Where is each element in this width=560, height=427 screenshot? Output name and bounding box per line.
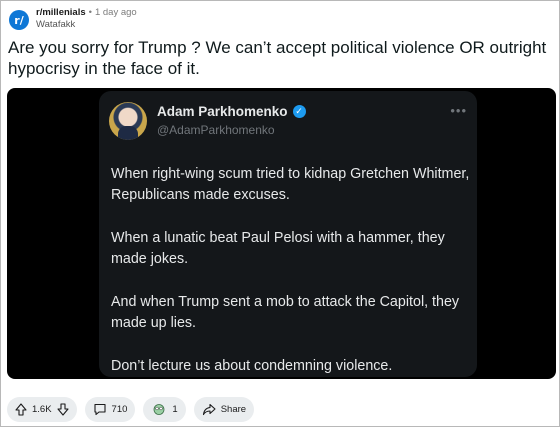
- comment-icon: [93, 403, 107, 416]
- post-meta: r/millenials • 1 day ago Watafakk: [36, 7, 137, 30]
- tweet-more-icon: •••: [450, 103, 467, 118]
- downvote-icon[interactable]: [56, 403, 69, 416]
- post-header: r/ r/millenials • 1 day ago Watafakk: [9, 7, 137, 33]
- award-count: 1: [172, 404, 178, 415]
- tweet-paragraph: Don’t lecture us about condemning violen…: [111, 358, 393, 374]
- share-button[interactable]: Share: [193, 397, 255, 422]
- award-icon: [151, 403, 167, 416]
- tweet-screenshot: Adam Parkhomenko ✓ @AdamParkhomenko ••• …: [99, 91, 477, 377]
- subreddit-name[interactable]: r/millenials: [36, 7, 86, 18]
- meta-separator: •: [88, 7, 92, 18]
- share-label: Share: [220, 404, 247, 415]
- share-icon: [202, 403, 216, 416]
- tweet-body: When right-wing scum tried to kidnap Gre…: [111, 164, 471, 379]
- tweet-paragraph: When a lunatic beat Paul Pelosi with a h…: [111, 230, 445, 267]
- tweet-author-name-text: Adam Parkhomenko: [157, 104, 288, 119]
- tweet-avatar: [109, 102, 147, 140]
- tweet-paragraph: When right-wing scum tried to kidnap Gre…: [111, 166, 470, 203]
- upvote-icon[interactable]: [15, 403, 27, 416]
- post-author[interactable]: Watafakk: [36, 19, 137, 30]
- tweet-paragraph: And when Trump sent a mob to attack the …: [111, 294, 460, 331]
- post-time: 1 day ago: [94, 7, 137, 18]
- tweet-author-name: Adam Parkhomenko ✓: [157, 104, 306, 119]
- post-media[interactable]: Adam Parkhomenko ✓ @AdamParkhomenko ••• …: [7, 88, 556, 379]
- post-title[interactable]: Are you sorry for Trump ? We can’t accep…: [8, 37, 553, 79]
- verified-badge-icon: ✓: [292, 105, 306, 118]
- meta-line: r/millenials • 1 day ago: [36, 7, 137, 18]
- subreddit-icon[interactable]: r/: [9, 10, 29, 30]
- comment-count: 710: [111, 404, 128, 415]
- post-actions: 1.6K 710 1 Share: [7, 397, 262, 422]
- vote-count: 1.6K: [32, 404, 52, 415]
- vote-control: 1.6K: [7, 397, 77, 422]
- tweet-handle: @AdamParkhomenko: [157, 123, 275, 137]
- award-button[interactable]: 1: [143, 397, 186, 422]
- comments-button[interactable]: 710: [84, 397, 136, 422]
- post-card: r/ r/millenials • 1 day ago Watafakk Are…: [0, 0, 560, 427]
